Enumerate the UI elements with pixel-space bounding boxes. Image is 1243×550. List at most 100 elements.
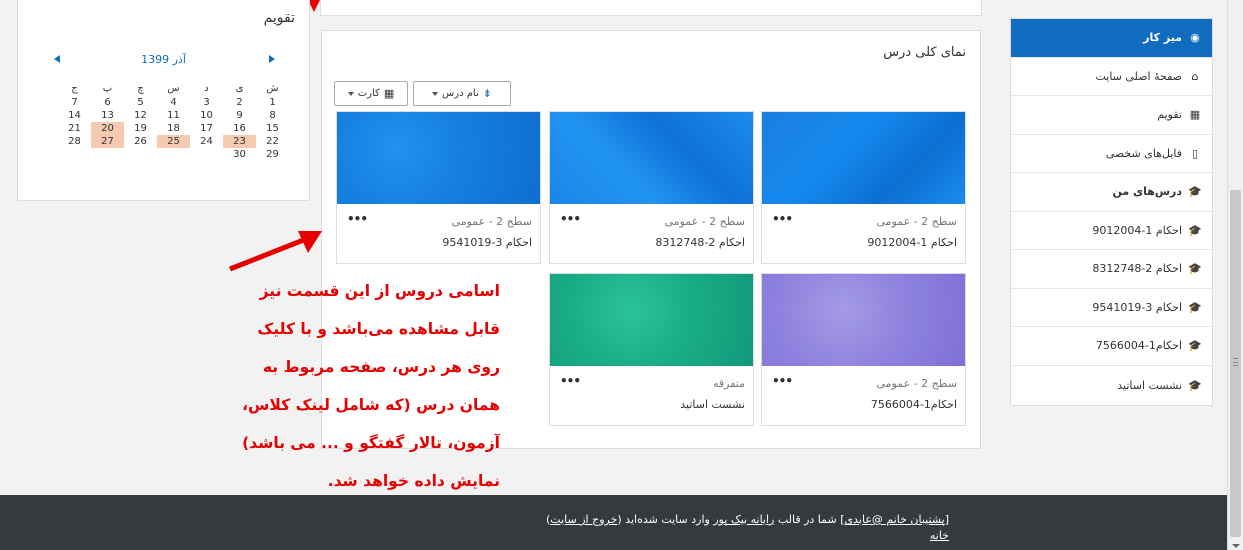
weekday-header: پ <box>102 82 113 94</box>
graduation-cap-icon: 🎓 <box>1188 300 1202 314</box>
course-menu-icon[interactable]: ••• <box>560 212 581 226</box>
calendar-day[interactable]: 7 <box>58 96 91 109</box>
nav-item-course[interactable]: 🎓 احکام 1-9012004 <box>1011 212 1212 250</box>
scrollbar-thumb[interactable] <box>1230 190 1241 537</box>
calendar-day[interactable]: 20 <box>91 122 124 135</box>
next-month-icon[interactable] <box>269 55 275 63</box>
chevron-down-icon <box>347 91 354 96</box>
nav-item-label: احکام1-7566004 <box>1095 339 1182 353</box>
course-name[interactable]: احکام 2-8312748 <box>655 236 745 249</box>
course-menu-icon[interactable]: ••• <box>560 374 581 388</box>
calendar-day[interactable]: 4 <box>157 96 190 109</box>
nav-item-site-home[interactable]: ⌂ صفحهٔ اصلی سایت <box>1011 58 1212 96</box>
logout-link[interactable]: خروج از سایت <box>550 513 617 526</box>
calendar-day <box>157 148 190 161</box>
course-menu-icon[interactable]: ••• <box>772 374 793 388</box>
course-tile[interactable]: ••• سطح 2 - عمومی احکام 3-9541019 <box>336 111 541 264</box>
nav-item-calendar[interactable]: ▦ تقویم <box>1011 96 1212 135</box>
nav-item-private-files[interactable]: ▯ فایل‌های شخصی <box>1011 135 1212 173</box>
calendar-day[interactable]: 14 <box>58 109 91 122</box>
calendar-day[interactable]: 3 <box>190 96 223 109</box>
calendar-day[interactable]: 5 <box>124 96 157 109</box>
calendar-week: 1234567 <box>58 96 289 109</box>
dashboard-icon: ◉ <box>1190 31 1200 45</box>
course-image <box>550 112 753 204</box>
weekday-header: ش <box>266 82 279 94</box>
nav-item-course[interactable]: 🎓 نشست اساتید <box>1011 366 1212 405</box>
user-link[interactable]: پشتیبان خانم @عابدی <box>845 513 945 526</box>
calendar-month[interactable]: آذر 1399 <box>18 53 309 66</box>
course-category: متفرقه <box>712 377 745 390</box>
course-category: سطح 2 - عمومی <box>876 377 957 390</box>
nav-item-label: نشست اساتید <box>1117 378 1182 392</box>
course-name[interactable]: احکام1-7566004 <box>871 398 957 411</box>
nav-item-label: درس‌های من <box>1112 185 1182 199</box>
graduation-cap-icon: 🎓 <box>1188 223 1202 237</box>
nav-item-label: تقویم <box>1157 108 1182 122</box>
course-category: سطح 2 - عمومی <box>664 215 745 228</box>
calendar-day[interactable]: 19 <box>124 122 157 135</box>
course-image <box>762 274 965 366</box>
nav-item-course[interactable]: 🎓 احکام1-7566004 <box>1011 327 1212 366</box>
view-dropdown-label: کارت <box>357 88 380 99</box>
course-tile[interactable]: ••• سطح 2 - عمومی احکام 1-9012004 <box>761 111 966 264</box>
nav-item-course[interactable]: 🎓 احکام 3-9541019 <box>1011 289 1212 327</box>
course-tile[interactable]: ••• سطح 2 - عمومی احکام 2-8312748 <box>549 111 754 264</box>
calendar-day[interactable]: 13 <box>91 109 124 122</box>
calendar-day[interactable]: 21 <box>58 122 91 135</box>
calendar-week: 8 9 10 11 12 13 14 <box>58 109 289 122</box>
view-dropdown[interactable]: ▦ کارت <box>334 81 408 106</box>
calendar-day[interactable]: 29 <box>256 148 289 161</box>
course-name[interactable]: احکام 1-9012004 <box>867 236 957 249</box>
course-tile[interactable]: ••• متفرقه نشست اساتید <box>549 273 754 426</box>
sort-dropdown[interactable]: ⇟ نام درس <box>413 81 511 106</box>
calendar-day <box>190 148 223 161</box>
calendar-day <box>91 148 124 161</box>
calendar-day <box>58 148 91 161</box>
calendar-day[interactable]: 17 <box>190 122 223 135</box>
login-info: [پشتیبان خانم @عابدی] شما در قالب رایانه… <box>546 513 949 542</box>
course-menu-icon[interactable]: ••• <box>347 212 368 226</box>
red-arrow <box>229 231 322 272</box>
calendar-day[interactable]: 11 <box>157 109 190 122</box>
calendar-day[interactable]: 23 <box>223 135 256 148</box>
chevron-down-icon <box>432 91 439 96</box>
sort-icon: ⇟ <box>482 87 492 100</box>
calendar-day[interactable]: 12 <box>124 109 157 122</box>
course-menu-icon[interactable]: ••• <box>772 212 793 226</box>
calendar-day[interactable]: 25 <box>157 135 190 148</box>
home-link[interactable]: خانه <box>930 529 949 542</box>
calendar-day[interactable]: 28 <box>58 135 91 148</box>
calendar-day[interactable]: 1 <box>256 96 289 109</box>
nav-item-course[interactable]: 🎓 احکام 2-8312748 <box>1011 250 1212 289</box>
course-image <box>337 112 540 204</box>
calendar-block: تقویم آذر 1399 شیدسچپج 1 2 3 4 5 6 7 8 9 10 11 12 13… <box>17 0 310 201</box>
calendar-day[interactable]: 10 <box>190 109 223 122</box>
scroll-down-icon[interactable] <box>1232 544 1240 548</box>
sort-dropdown-label: نام درس <box>442 88 479 99</box>
page-scrollbar[interactable] <box>1227 0 1243 550</box>
nav-item-my-courses[interactable]: 🎓 درس‌های من <box>1011 173 1212 212</box>
calendar-day[interactable]: 27 <box>91 135 124 148</box>
nav-item-dashboard[interactable]: ◉ میز کار <box>1011 19 1212 58</box>
calendar-day[interactable]: 22 <box>256 135 289 148</box>
calendar-day[interactable]: 9 <box>223 109 256 122</box>
calendar-day[interactable]: 24 <box>190 135 223 148</box>
calendar-day[interactable]: 6 <box>91 96 124 109</box>
theme-link[interactable]: رایانه بیک پور <box>713 513 774 526</box>
home-icon: ⌂ <box>1191 69 1199 83</box>
course-name[interactable]: احکام 3-9541019 <box>442 236 532 249</box>
course-name[interactable]: نشست اساتید <box>680 398 745 411</box>
nav-item-label: میز کار <box>1143 31 1182 45</box>
calendar-day[interactable]: 2 <box>223 96 256 109</box>
calendar-day[interactable]: 8 <box>256 109 289 122</box>
calendar-day[interactable]: 15 <box>256 122 289 135</box>
annotation-text: اسامی دروس از این قسمت نیز قابل مشاهده م… <box>242 282 500 490</box>
calendar-day[interactable]: 26 <box>124 135 157 148</box>
calendar-day[interactable]: 30 <box>223 148 256 161</box>
nav-item-label: صفحهٔ اصلی سایت <box>1095 69 1182 83</box>
calendar-day[interactable]: 16 <box>223 122 256 135</box>
nav-item-label: احکام 3-9541019 <box>1092 300 1182 314</box>
course-tile[interactable]: ••• سطح 2 - عمومی احکام1-7566004 <box>761 273 966 426</box>
calendar-day[interactable]: 18 <box>157 122 190 135</box>
